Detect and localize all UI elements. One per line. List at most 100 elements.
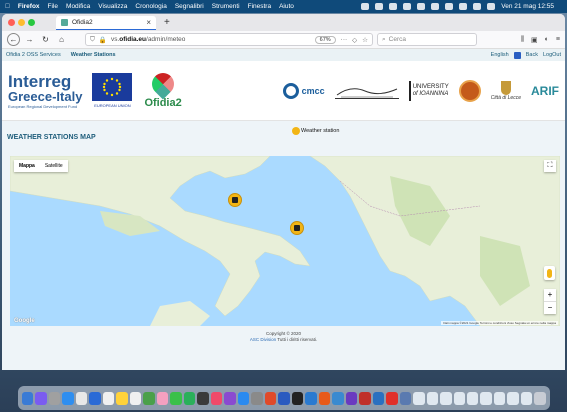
browser-tab[interactable]: Ofidia2 ×	[56, 15, 156, 30]
trash-icon[interactable]	[534, 391, 546, 405]
tv-icon[interactable]	[197, 391, 209, 405]
status-icon[interactable]	[375, 3, 384, 10]
home-button[interactable]: ⌂	[55, 33, 68, 46]
notes-icon[interactable]	[116, 391, 128, 405]
maximize-window-button[interactable]	[28, 19, 35, 26]
menu-aiuto[interactable]: Aiuto	[279, 3, 294, 10]
maps-icon[interactable]	[143, 391, 155, 405]
logout-link[interactable]: LogOut	[543, 52, 561, 58]
url-bar[interactable]: ⛉ 🔒 vs.ofidia.eu/admin/meteo 67% ··· ◇ ☆	[85, 33, 373, 46]
forward-button[interactable]: →	[23, 33, 36, 46]
app-icon[interactable]	[264, 391, 277, 405]
reload-button[interactable]: ↻	[39, 33, 52, 46]
search-input[interactable]: ⌕ Cerca	[377, 33, 477, 46]
window-thumbnail-icon[interactable]	[413, 391, 425, 405]
mail-icon[interactable]	[75, 391, 88, 405]
app-store-icon[interactable]	[237, 391, 250, 405]
firefox-icon[interactable]	[318, 391, 331, 405]
calendar-icon[interactable]	[102, 391, 115, 405]
page-actions-icon[interactable]: ···	[341, 36, 348, 43]
facetime-icon[interactable]	[183, 391, 196, 405]
menubar-clock[interactable]: Ven 21 mag 12:55	[501, 3, 554, 10]
brand-link[interactable]: Ofidia 2 OSS Services	[6, 52, 61, 58]
minimize-window-button[interactable]	[18, 19, 25, 26]
map-type-map-button[interactable]: Mappa	[14, 160, 40, 172]
photos-icon[interactable]	[156, 391, 169, 405]
weather-station-marker[interactable]	[290, 221, 304, 235]
window-thumbnail-icon[interactable]	[520, 391, 533, 405]
asc-division-link[interactable]: ASC Division	[250, 337, 276, 342]
music-icon[interactable]	[210, 391, 223, 405]
flag-icon[interactable]	[417, 3, 426, 10]
map-attribution[interactable]: Dati mappa ©2021 Google Termini e condiz…	[441, 321, 558, 325]
shield-icon[interactable]: ⛉	[90, 36, 95, 44]
menu-file[interactable]: File	[48, 3, 58, 10]
bluetooth-icon[interactable]	[431, 3, 440, 10]
google-logo[interactable]: Google	[14, 318, 35, 324]
menu-app-name[interactable]: Firefox	[18, 3, 40, 10]
app-icon[interactable]	[278, 391, 290, 405]
close-window-button[interactable]	[8, 19, 15, 26]
app-icon[interactable]	[372, 391, 385, 405]
siri-icon[interactable]	[35, 391, 47, 405]
window-thumbnail-icon[interactable]	[493, 391, 506, 405]
sidebar-icon[interactable]: ▣	[531, 36, 538, 44]
control-center-icon[interactable]	[487, 3, 496, 10]
window-thumbnail-icon[interactable]	[466, 391, 479, 405]
library-icon[interactable]: ⫼	[521, 36, 524, 44]
settings-icon[interactable]	[251, 391, 263, 405]
battery-icon[interactable]	[445, 3, 454, 10]
menu-cronologia[interactable]: Cronologia	[135, 3, 166, 10]
language-flag-icon[interactable]	[513, 51, 521, 59]
contacts-icon[interactable]	[89, 391, 101, 405]
menu-icon[interactable]: ≡	[556, 36, 560, 44]
menu-visualizza[interactable]: Visualizza	[98, 3, 127, 10]
apple-icon[interactable]: 	[5, 3, 10, 10]
language-selector[interactable]: English	[491, 52, 509, 58]
weather-station-marker[interactable]	[228, 193, 242, 207]
menu-segnalibri[interactable]: Segnalibri	[175, 3, 204, 10]
menu-finestra[interactable]: Finestra	[248, 3, 271, 10]
messages-icon[interactable]	[170, 391, 182, 405]
pocket-icon[interactable]: ◇	[352, 36, 357, 44]
podcasts-icon[interactable]	[224, 391, 236, 405]
menu-strumenti[interactable]: Strumenti	[212, 3, 240, 10]
street-view-pegman-icon[interactable]	[544, 266, 555, 280]
window-thumbnail-icon[interactable]	[507, 391, 519, 405]
window-thumbnail-icon[interactable]	[426, 391, 439, 405]
account-icon[interactable]: ◐	[545, 36, 549, 44]
lock-icon[interactable]: 🔒	[99, 36, 107, 44]
app-icon[interactable]	[345, 391, 358, 405]
finder-icon[interactable]	[22, 391, 34, 405]
menu-modifica[interactable]: Modifica	[66, 3, 90, 10]
back-button[interactable]: ←	[7, 33, 20, 46]
cloud-icon[interactable]	[389, 3, 398, 10]
map-type-satellite-button[interactable]: Satellite	[40, 160, 68, 172]
app-icon[interactable]	[386, 391, 398, 405]
fullscreen-button[interactable]: ⛶	[544, 160, 556, 172]
status-icon[interactable]	[361, 3, 370, 10]
app-icon[interactable]	[332, 391, 344, 405]
zoom-out-button[interactable]: −	[544, 301, 556, 314]
close-tab-icon[interactable]: ×	[146, 18, 151, 27]
safari-icon[interactable]	[62, 391, 74, 405]
wifi-icon[interactable]	[459, 3, 468, 10]
window-thumbnail-icon[interactable]	[480, 391, 492, 405]
folder-icon[interactable]	[399, 391, 412, 405]
window-thumbnail-icon[interactable]	[453, 391, 465, 405]
search-icon[interactable]	[473, 3, 482, 10]
skype-icon[interactable]	[305, 391, 317, 405]
back-link[interactable]: Back	[526, 52, 538, 58]
reminders-icon[interactable]	[129, 391, 142, 405]
weather-stations-map[interactable]: Mappa Satellite ⛶ + − Google Dati mappa …	[10, 156, 560, 326]
terminal-icon[interactable]	[291, 391, 304, 405]
zoom-in-button[interactable]: +	[544, 289, 556, 301]
zoom-indicator[interactable]: 67%	[314, 35, 336, 44]
status-icon[interactable]	[403, 3, 412, 10]
bookmark-star-icon[interactable]: ☆	[362, 36, 368, 44]
app-icon[interactable]	[359, 391, 371, 405]
window-thumbnail-icon[interactable]	[440, 391, 452, 405]
weather-stations-link[interactable]: Weather Stations	[71, 52, 116, 58]
new-tab-button[interactable]: +	[164, 17, 170, 28]
launchpad-icon[interactable]	[48, 391, 61, 405]
